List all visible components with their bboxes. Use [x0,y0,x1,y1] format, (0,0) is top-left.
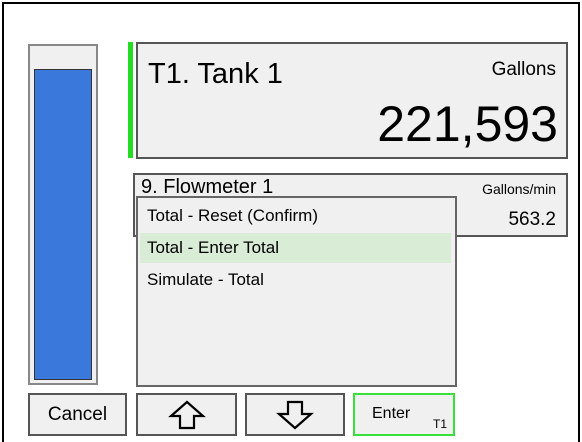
down-arrow-icon [276,400,314,429]
enter-button[interactable]: Enter T1 [353,393,455,436]
flowmeter-units: Gallons/min [482,181,556,197]
tank-name: T1. Tank 1 [148,58,283,90]
enter-target-label: T1 [432,417,447,431]
down-button[interactable] [245,393,345,436]
context-menu: Total - Reset (Confirm) Total - Enter To… [136,196,457,387]
tank-value: 221,593 [377,96,558,152]
flowmeter-value: 563.2 [508,209,556,230]
cancel-button[interactable]: Cancel [28,393,127,436]
cancel-label: Cancel [47,403,108,425]
up-arrow-icon [167,400,206,429]
menu-item-total-reset[interactable]: Total - Reset (Confirm) [140,201,451,231]
tank-units: Gallons [491,59,556,80]
menu-item-simulate-total[interactable]: Simulate - Total [140,265,451,295]
tank-level-fill [34,69,92,380]
tank-panel[interactable]: T1. Tank 1 Gallons 221,593 [136,42,568,159]
up-button[interactable] [136,393,237,436]
enter-label: Enter [372,405,411,422]
selected-indicator [128,42,133,158]
tank-level-bar [28,44,98,385]
menu-item-total-enter[interactable]: Total - Enter Total [140,233,451,263]
